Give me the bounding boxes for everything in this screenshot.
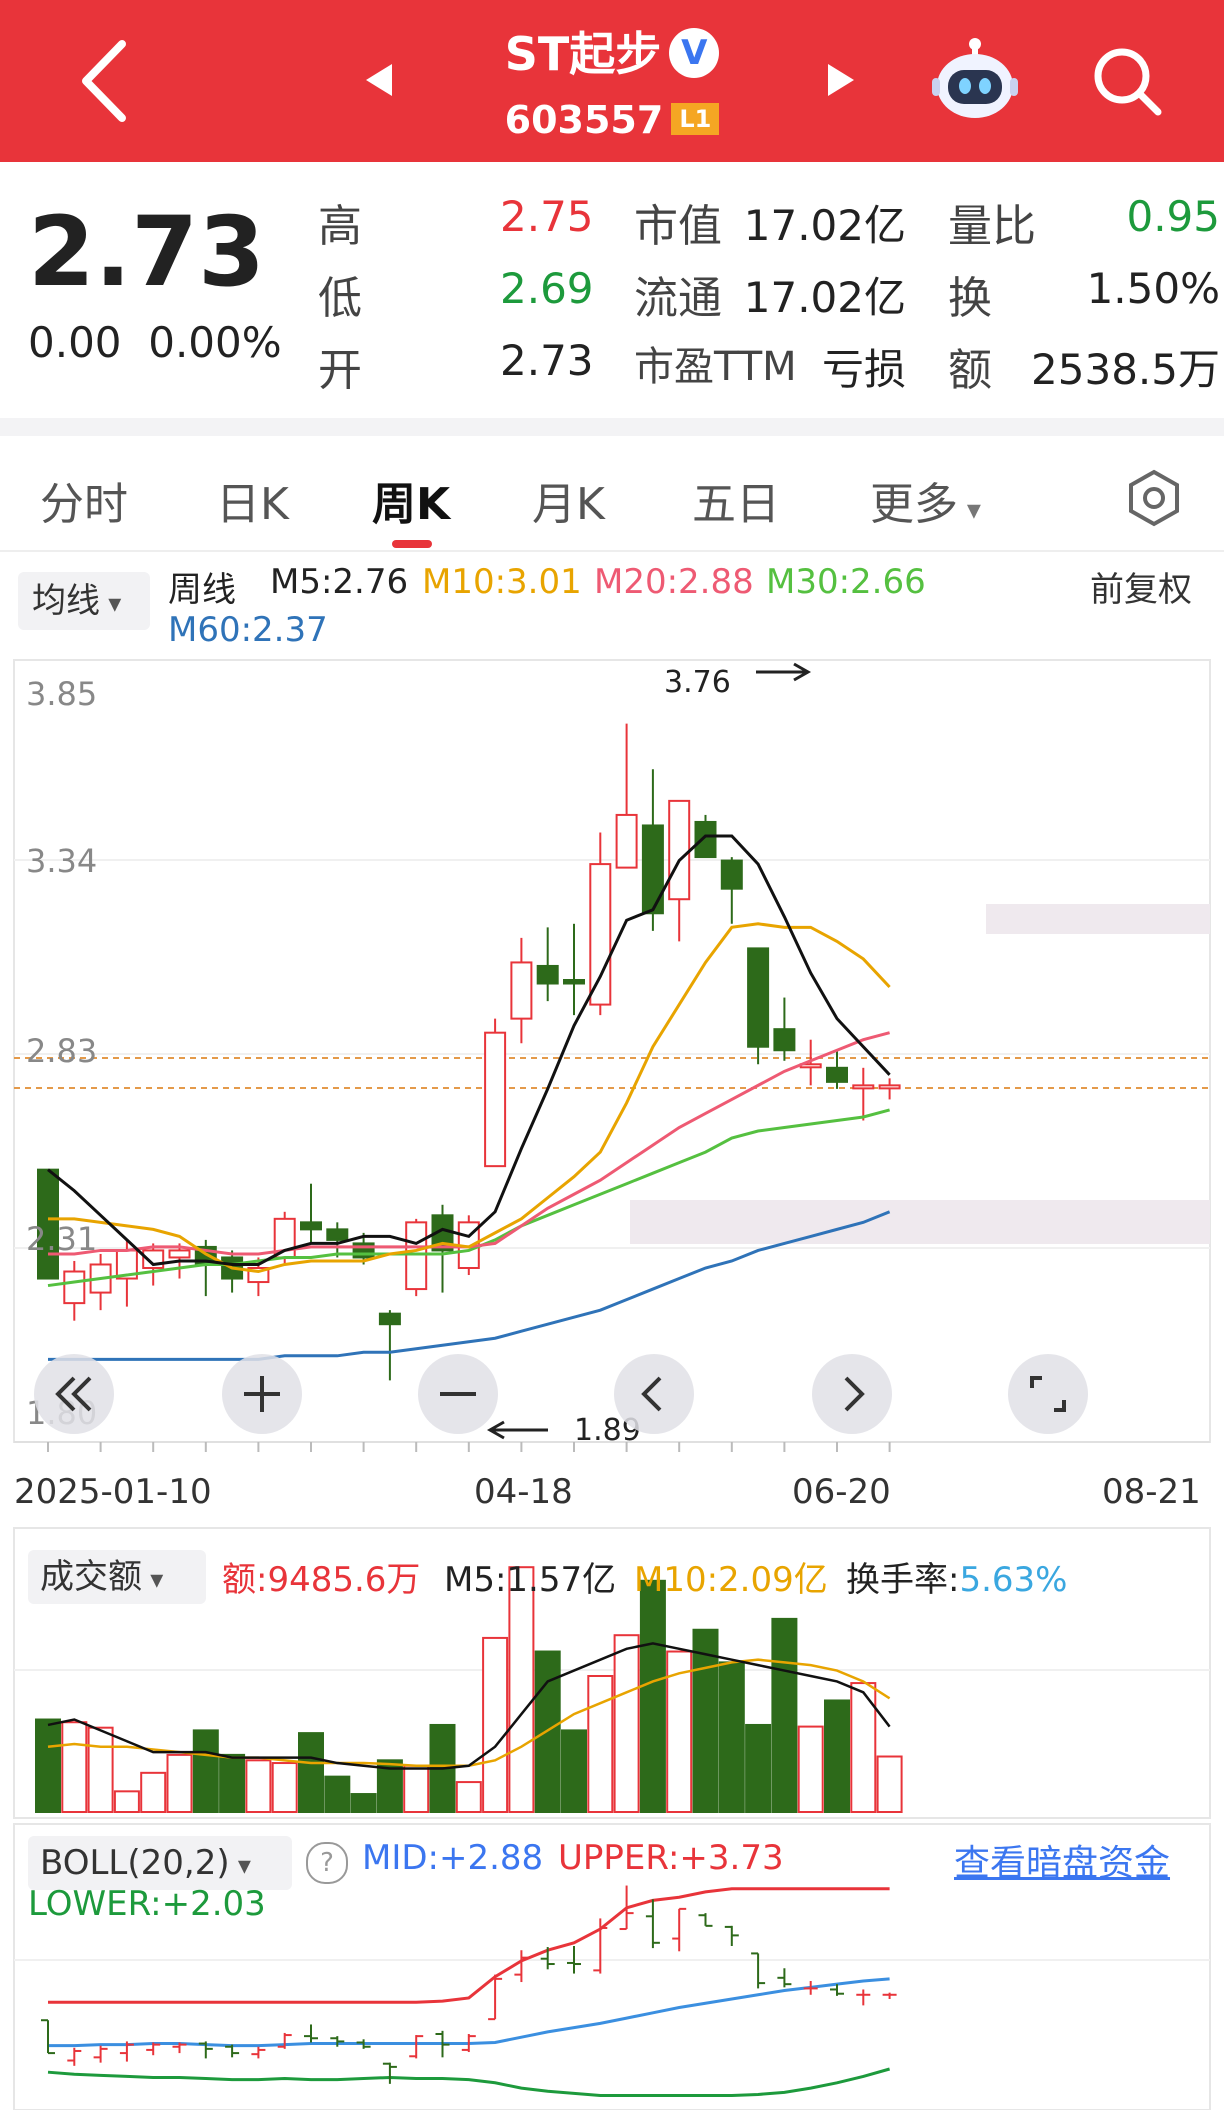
turnover-rate-label: 换手率: (846, 1560, 960, 1600)
candle-down (326, 1228, 349, 1241)
volume-bar (298, 1732, 324, 1813)
volume-bar (245, 1759, 272, 1813)
candle-down (563, 979, 585, 985)
y-tick: 2.83 (26, 1032, 97, 1070)
candle-up (878, 1084, 901, 1090)
turnover-rate-value: 5.63% (959, 1560, 1068, 1600)
volume-bar (508, 1566, 535, 1813)
x-date-start: 2025-01-10 (14, 1472, 212, 1512)
volume-ma10: M10:2.09亿 (634, 1560, 828, 1600)
boll-lower-line (47, 2067, 891, 2098)
candle-down (641, 824, 664, 915)
candle-down (378, 1312, 401, 1326)
candle-up (168, 1249, 191, 1259)
candle-down (694, 820, 717, 859)
volume-bar (324, 1775, 351, 1814)
volume-bar (797, 1725, 824, 1814)
caret-down-icon: ▾ (142, 1565, 164, 1595)
volume-bar (876, 1755, 903, 1813)
candle-down (300, 1221, 322, 1231)
chart-area[interactable]: 3.85 3.34 2.83 2.31 1.80 3.76 1.89 (0, 0, 1224, 2110)
max-price-label: 3.76 (664, 665, 731, 700)
volume-bar (403, 1764, 430, 1814)
volume-bar (192, 1729, 219, 1814)
y-tick: 3.85 (26, 675, 97, 713)
volume-bar (587, 1675, 614, 1813)
resistance-band (986, 904, 1210, 934)
x-date: 06-20 (792, 1472, 891, 1512)
volume-amount: 额:9485.6万 (222, 1560, 421, 1600)
caret-down-icon: ▾ (229, 1851, 251, 1881)
candle-up (668, 799, 691, 901)
volume-bar (350, 1793, 377, 1813)
volume-bar (745, 1723, 772, 1813)
volume-indicator-select[interactable]: 成交额 ▾ (28, 1550, 206, 1604)
support-band (630, 1200, 1210, 1244)
scroll-right-button[interactable] (812, 1354, 892, 1434)
candle-down (536, 964, 559, 985)
volume-bar (771, 1617, 798, 1813)
volume-bar (166, 1753, 193, 1814)
fullscreen-button[interactable] (1008, 1354, 1088, 1434)
candle-up (484, 1031, 507, 1168)
boll-upper: UPPER:+3.73 (558, 1838, 784, 1878)
dark-pool-link[interactable]: 查看暗盘资金 (954, 1834, 1170, 1886)
volume-bar (113, 1790, 140, 1814)
volume-ma5: M5:1.57亿 (444, 1560, 617, 1600)
candle-up (510, 961, 533, 1020)
volume-bar (718, 1661, 745, 1814)
candle-down (773, 1028, 796, 1052)
volume-bar (87, 1726, 114, 1814)
candle-down (826, 1066, 848, 1083)
scroll-to-start-button[interactable] (34, 1354, 114, 1434)
ma-lines-layer (47, 834, 891, 1361)
boll-select-label: BOLL(20,2) (40, 1843, 230, 1883)
volume-bar (455, 1781, 482, 1813)
volume-bar (61, 1721, 88, 1813)
volume-bar (613, 1634, 640, 1813)
volume-bar (561, 1729, 587, 1814)
volume-bar (482, 1636, 509, 1814)
x-date: 04-18 (474, 1472, 573, 1512)
candle-up (405, 1221, 428, 1291)
volume-select-label: 成交额 (40, 1557, 142, 1597)
volume-bar (639, 1579, 666, 1814)
volume-bar (219, 1753, 246, 1814)
volume-bar (140, 1771, 167, 1814)
boll-mid: MID:+2.88 (362, 1838, 544, 1878)
x-ticks (47, 1442, 891, 1452)
zoom-in-icon (244, 1376, 280, 1412)
candle-down (720, 859, 743, 890)
turnover-rate: 换手率:5.63% (846, 1552, 1067, 1601)
zoom-out-button[interactable] (418, 1354, 498, 1434)
boll-lower: LOWER:+2.03 (28, 1884, 266, 1924)
zoom-out-icon (440, 1392, 476, 1396)
volume-bar (271, 1762, 298, 1814)
help-icon[interactable]: ? (306, 1842, 348, 1884)
y-tick: 2.31 (26, 1220, 97, 1258)
candle-up (615, 813, 638, 869)
y-tick: 3.34 (26, 842, 97, 880)
kline-frame (13, 659, 1211, 1443)
double-left-icon (55, 1376, 92, 1412)
candles-layer (37, 723, 901, 1381)
x-date-end: 08-21 (1102, 1472, 1201, 1512)
candle-up (63, 1270, 86, 1305)
volume-bar (824, 1699, 850, 1813)
left-icon (641, 1376, 662, 1412)
right-icon (844, 1376, 865, 1412)
fullscreen-icon (1030, 1376, 1066, 1412)
scroll-left-button[interactable] (614, 1354, 694, 1434)
candle-up (589, 863, 612, 1006)
candle-up (852, 1084, 875, 1090)
boll-indicator-select[interactable]: BOLL(20,2) ▾ (28, 1836, 292, 1890)
zoom-in-button[interactable] (222, 1354, 302, 1434)
candle-down (747, 947, 770, 1048)
volume-bar (35, 1718, 61, 1814)
